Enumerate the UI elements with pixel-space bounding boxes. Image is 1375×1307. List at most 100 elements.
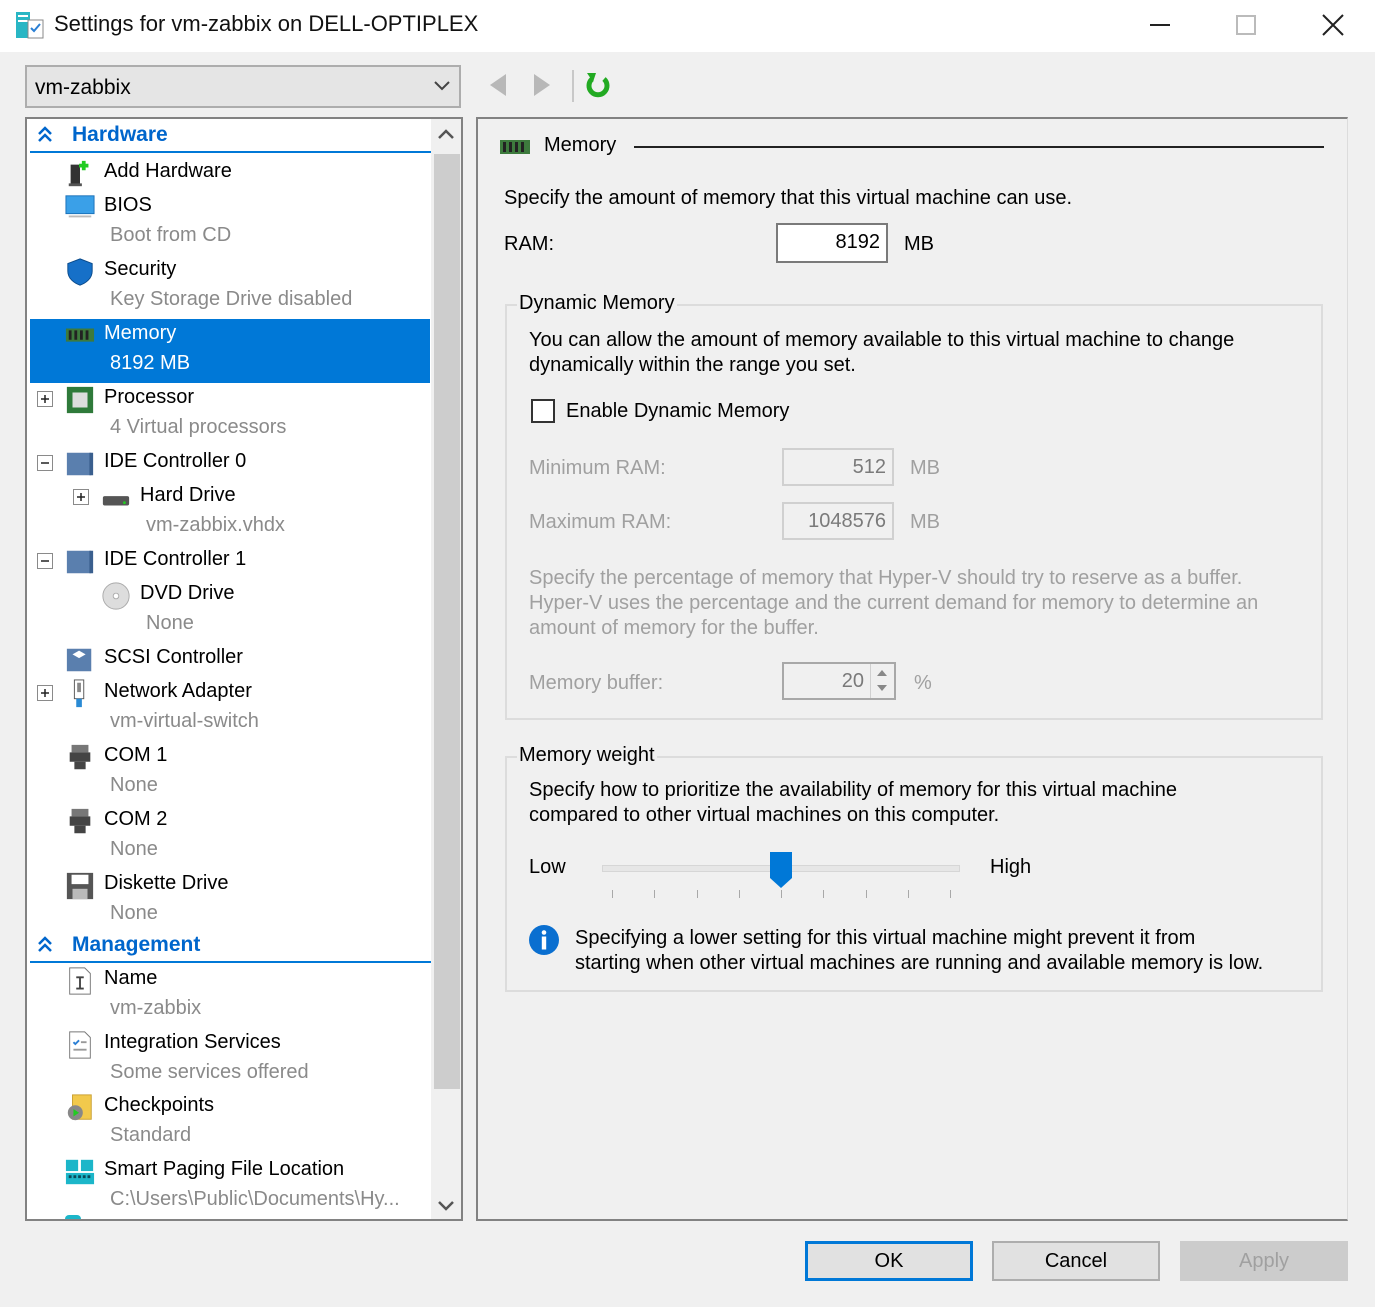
title-bar: Settings for vm-zabbix on DELL-OPTIPLEX [0, 0, 1375, 52]
tree-item-ide-controller-1[interactable]: IDE Controller 1 [30, 545, 430, 579]
tree-section-hardware[interactable]: Hardware [30, 119, 432, 153]
spin-up-icon[interactable] [872, 665, 892, 681]
enable-dynamic-memory-label[interactable]: Enable Dynamic Memory [566, 400, 789, 423]
hard-drive-icon [102, 496, 130, 506]
memory-buffer-label: Memory buffer: [529, 672, 664, 694]
tree-item-name: BIOS [104, 194, 152, 216]
tree-item-name: Name [104, 967, 158, 989]
slider-tick [865, 890, 867, 898]
ok-button[interactable]: OK [805, 1241, 973, 1281]
maximize-button[interactable] [1203, 0, 1289, 50]
weight-description-line2: compared to other virtual machines on th… [529, 804, 1000, 826]
maximize-icon [1236, 15, 1256, 35]
tree-scrollbar[interactable] [431, 117, 463, 1221]
expand-icon[interactable] [37, 391, 53, 407]
buffer-description-line3: amount of memory for the buffer. [529, 617, 819, 639]
close-icon [1322, 14, 1344, 36]
integration-services-icon [69, 1031, 91, 1059]
tree-item-processor[interactable]: Processor 4 Virtual processors [30, 383, 430, 447]
window-title: Settings for vm-zabbix on DELL-OPTIPLEX [54, 11, 479, 36]
minimum-ram-input[interactable]: 512 [782, 448, 894, 486]
section-divider [634, 146, 1324, 148]
refresh-icon[interactable] [584, 70, 612, 100]
minimize-button[interactable] [1117, 0, 1203, 50]
tree-item-dvd-drive[interactable]: DVD Drive None [30, 579, 430, 643]
maximum-ram-input[interactable]: 1048576 [782, 502, 894, 540]
tree-item-detail: None [146, 612, 194, 634]
checkpoints-icon [67, 1094, 92, 1121]
expand-icon[interactable] [73, 489, 89, 505]
tree-item-detail: vm-virtual-switch [110, 710, 259, 732]
tree-section-label: Management [72, 933, 201, 956]
tree-item-name[interactable]: Name vm-zabbix [30, 964, 430, 1028]
tree-item-hard-drive[interactable]: Hard Drive vm-zabbix.vhdx [30, 481, 430, 545]
add-hardware-icon [68, 160, 89, 187]
ram-input[interactable]: 8192 [776, 223, 888, 263]
tree-item-name: IDE Controller 1 [104, 548, 247, 570]
slider-tick [950, 890, 951, 898]
tree-item-memory[interactable]: Memory 8192 MB [30, 319, 430, 383]
tree-item-ide-controller-0[interactable]: IDE Controller 0 [30, 447, 430, 481]
scroll-up-icon[interactable] [437, 127, 455, 141]
tree-item-integration-services[interactable]: Integration Services Some services offere… [30, 1028, 430, 1092]
tree-item-name: SCSI Controller [104, 646, 243, 668]
tree-item-name: Add Hardware [104, 160, 232, 182]
maximum-ram-unit: MB [910, 511, 940, 533]
tree-item-network-adapter[interactable]: Network Adapter vm-virtual-switch [30, 677, 430, 741]
tree-item-detail: vm-zabbix [110, 997, 202, 1019]
slider-tick [781, 890, 782, 898]
scroll-down-icon[interactable] [437, 1199, 455, 1213]
ram-unit: MB [904, 233, 934, 255]
tree-item-name: Hard Drive [140, 484, 236, 506]
tree-item-scsi-controller[interactable]: SCSI Controller [30, 643, 430, 677]
collapse-section-icon[interactable] [36, 125, 54, 143]
tree-item-name: Diskette Drive [104, 872, 229, 894]
maximum-ram-label: Maximum RAM: [529, 511, 672, 533]
tree-item-add-hardware[interactable]: Add Hardware [30, 157, 430, 191]
enable-dynamic-memory-checkbox[interactable] [531, 399, 555, 423]
tree-item-detail: Boot from CD [110, 224, 232, 246]
ide-controller-icon [66, 452, 94, 476]
close-button[interactable] [1290, 0, 1375, 50]
settings-tree: Hardware Add Hardware BIOS Boot from CD Secu… [25, 117, 463, 1221]
back-arrow-icon[interactable] [488, 72, 508, 98]
minimum-ram-label: Minimum RAM: [529, 457, 666, 479]
weight-info-line1: Specifying a lower setting for this virt… [575, 927, 1196, 949]
tree-item-checkpoints[interactable]: Checkpoints Standard [30, 1091, 430, 1155]
tree-item-com-1[interactable]: COM 1 None [30, 741, 430, 805]
minimum-ram-unit: MB [910, 457, 940, 479]
collapse-section-icon[interactable] [36, 935, 54, 953]
slider-tick [696, 890, 698, 898]
spin-down-icon[interactable] [872, 681, 892, 697]
ide-controller-icon [66, 550, 94, 574]
tree-item-diskette-drive[interactable]: Diskette Drive None [30, 869, 430, 933]
cancel-button[interactable]: Cancel [992, 1241, 1160, 1281]
forward-arrow-icon[interactable] [532, 72, 552, 98]
tree-item-bios[interactable]: BIOS Boot from CD [30, 191, 430, 255]
shield-icon [67, 258, 93, 286]
section-title: Memory [544, 134, 617, 156]
apply-button[interactable]: Apply [1180, 1241, 1348, 1281]
smart-paging-icon [65, 1159, 95, 1185]
tree-item-com-2[interactable]: COM 2 None [30, 805, 430, 869]
slider-low-label: Low [529, 856, 566, 878]
collapse-icon[interactable] [37, 455, 53, 471]
tree-item-detail: 4 Virtual processors [110, 416, 287, 438]
tree-item-smart-paging-file-location[interactable]: Smart Paging File Location C:\Users\Publi… [30, 1155, 430, 1219]
collapse-icon[interactable] [37, 553, 53, 569]
scroll-thumb[interactable] [434, 154, 460, 1089]
expand-icon[interactable] [37, 685, 53, 701]
tree-item-name: Processor [104, 386, 195, 408]
scsi-controller-icon [66, 648, 92, 672]
vm-selector-dropdown[interactable]: vm-zabbix [25, 65, 461, 108]
tree-item-name: Smart Paging File Location [104, 1158, 345, 1180]
memory-chip-icon [65, 328, 95, 342]
tree-section-management[interactable]: Management [30, 929, 432, 963]
tree-item-detail: Key Storage Drive disabled [110, 288, 353, 310]
tree-item-security[interactable]: Security Key Storage Drive disabled [30, 255, 430, 319]
tree-item-detail: Standard [110, 1124, 192, 1146]
slider-thumb[interactable] [770, 852, 792, 888]
tree-item-detail: None [110, 774, 158, 796]
memory-buffer-spinner[interactable] [870, 664, 892, 698]
memory-description: Specify the amount of memory that this v… [504, 187, 1073, 209]
